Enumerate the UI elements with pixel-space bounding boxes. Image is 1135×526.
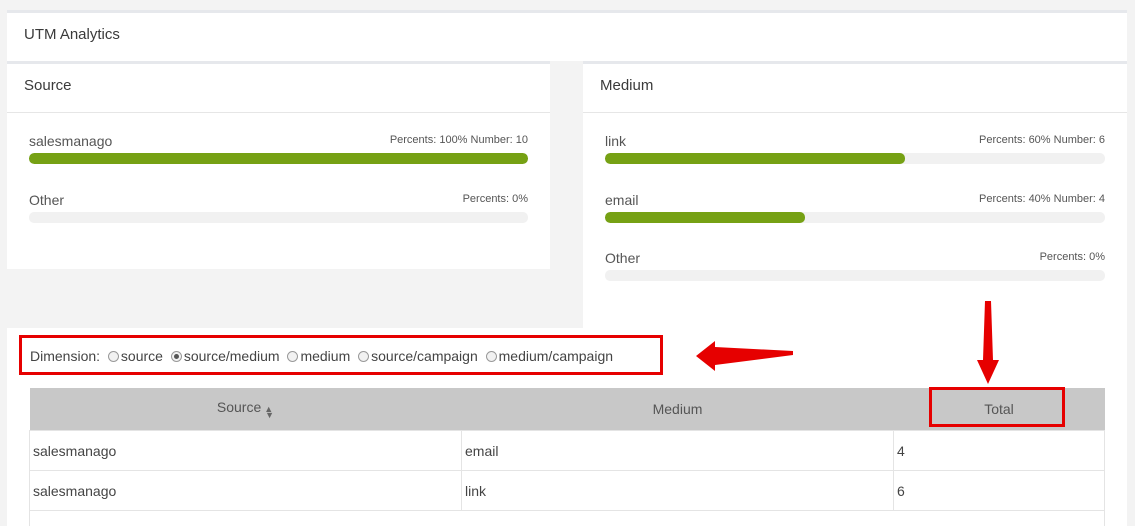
arrow-left-icon [696,341,793,371]
annotation-arrows [696,301,999,384]
arrow-down-icon [977,301,999,384]
